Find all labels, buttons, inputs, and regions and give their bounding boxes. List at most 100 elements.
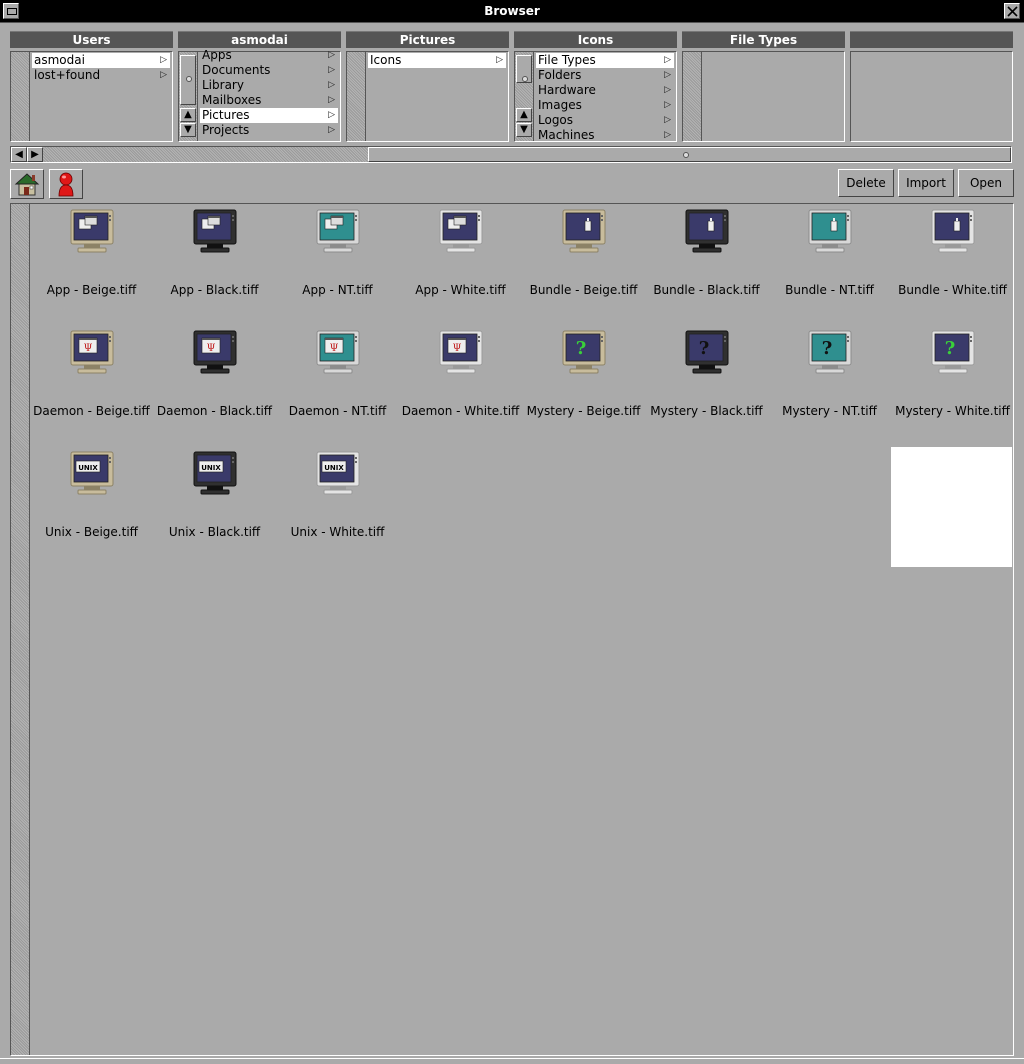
file-name-label: App - Beige.tiff	[46, 283, 137, 297]
horizontal-scroller[interactable]: ◀ ▶	[10, 146, 1012, 163]
file-item[interactable]: UNIX Unix - Beige.tiff	[31, 447, 152, 567]
window-resize-bar[interactable]	[0, 1058, 1024, 1064]
scroll-down-button[interactable]: ▼	[516, 123, 532, 137]
open-button[interactable]: Open	[958, 169, 1014, 197]
horizontal-scroll-knob[interactable]	[368, 147, 1011, 162]
file-item[interactable]: Ψ Daemon - White.tiff	[400, 326, 521, 446]
monitor-unix-icon: UNIX	[69, 451, 115, 500]
import-button[interactable]: Import	[898, 169, 954, 197]
list-item[interactable]: Mailboxes ▷	[200, 93, 338, 108]
file-name-label: Daemon - Black.tiff	[156, 404, 273, 418]
column-scroller[interactable]	[683, 52, 702, 141]
monitor-app-icon	[69, 209, 115, 258]
file-item[interactable]: ? Mystery - Black.tiff	[646, 326, 767, 446]
home-button[interactable]	[10, 169, 44, 199]
column-list: asmodai ▷ lost+found ▷	[32, 53, 170, 83]
file-name-label: Daemon - Beige.tiff	[33, 404, 150, 418]
file-item[interactable]: Bundle - White.tiff	[892, 205, 1013, 325]
file-item[interactable]: App - White.tiff	[400, 205, 521, 325]
monitor-mystery-icon: ?	[684, 330, 730, 379]
column-list: Apps ▷ Documents ▷ Library ▷ Mailboxes ▷ Picture…	[200, 48, 338, 138]
column-body	[682, 51, 845, 142]
scroll-right-button[interactable]: ▶	[27, 147, 43, 162]
file-area-scroller[interactable]	[11, 204, 30, 1055]
scroll-up-button[interactable]: ▲	[516, 108, 532, 122]
monitor-daemon-icon: Ψ	[192, 330, 238, 379]
delete-button[interactable]: Delete	[838, 169, 894, 197]
list-item-label: Images	[538, 98, 582, 112]
list-item[interactable]: Images ▷	[536, 98, 674, 113]
window-title: Browser	[484, 4, 540, 18]
list-item[interactable]: Library ▷	[200, 78, 338, 93]
list-item-label: Mailboxes	[202, 93, 262, 107]
list-item[interactable]: Apps ▷	[200, 48, 338, 63]
scroll-up-button[interactable]: ▲	[180, 108, 196, 122]
expand-arrow-icon: ▷	[328, 80, 335, 90]
file-name-label: Mystery - White.tiff	[895, 404, 1010, 418]
expand-arrow-icon: ▷	[328, 110, 335, 120]
file-item[interactable]: Bundle - NT.tiff	[769, 205, 890, 325]
list-item[interactable]: Machines ▷	[536, 128, 674, 143]
svg-text:Ψ: Ψ	[207, 343, 216, 354]
file-item[interactable]: ? Mystery - Beige.tiff	[523, 326, 644, 446]
expand-arrow-icon: ▷	[160, 55, 167, 65]
list-item-label: Apps	[202, 48, 232, 62]
close-button[interactable]	[1004, 3, 1020, 19]
list-item[interactable]: File Types ▷	[536, 53, 674, 68]
file-item[interactable]: UNIX Unix - White.tiff	[277, 447, 398, 567]
monitor-mystery-icon: ?	[807, 330, 853, 379]
list-item[interactable]: Logos ▷	[536, 113, 674, 128]
file-name-label: App - NT.tiff	[302, 283, 373, 297]
list-item-label: Icons	[370, 53, 402, 67]
svg-text:?: ?	[699, 338, 710, 359]
monitor-bundle-icon	[930, 209, 976, 258]
file-name-label: Daemon - White.tiff	[401, 404, 520, 418]
scroll-knob[interactable]	[516, 55, 532, 83]
list-item[interactable]: lost+found ▷	[32, 68, 170, 83]
list-item-label: File Types	[538, 53, 596, 67]
file-item[interactable]: ? Mystery - White.tiff	[892, 326, 1013, 446]
expand-arrow-icon: ▷	[664, 85, 671, 95]
file-item[interactable]: Bundle - Black.tiff	[646, 205, 767, 325]
file-item[interactable]: Ψ Daemon - Beige.tiff	[31, 326, 152, 446]
svg-text:?: ?	[945, 338, 956, 359]
list-item[interactable]: Pictures ▷	[200, 108, 338, 123]
file-item[interactable]: UNIX Unix - Black.tiff	[154, 447, 275, 567]
scroll-left-button[interactable]: ◀	[11, 147, 27, 162]
expand-arrow-icon: ▷	[664, 70, 671, 80]
browser-column-icons: Icons ▲ ▼ File Types ▷ Folders ▷ Hardware ▷ Im…	[514, 31, 677, 142]
monitor-daemon-icon: Ψ	[315, 330, 361, 379]
scroll-down-button[interactable]: ▼	[180, 123, 196, 137]
column-header: asmodai	[178, 31, 341, 48]
monitor-unix-icon: UNIX	[192, 451, 238, 500]
list-item[interactable]: Hardware ▷	[536, 83, 674, 98]
column-scroller[interactable]	[11, 52, 30, 141]
user-button[interactable]	[49, 169, 83, 199]
scroll-knob[interactable]	[180, 55, 196, 105]
file-item[interactable]: App - Beige.tiff	[31, 205, 152, 325]
expand-arrow-icon: ▷	[664, 55, 671, 65]
file-name-label: Bundle - NT.tiff	[785, 283, 874, 297]
file-item[interactable]: App - Black.tiff	[154, 205, 275, 325]
list-item[interactable]: asmodai ▷	[32, 53, 170, 68]
file-item[interactable]: Ψ Daemon - Black.tiff	[154, 326, 275, 446]
monitor-daemon-icon: Ψ	[438, 330, 484, 379]
file-icon-area[interactable]: App - Beige.tiff App - Black.tiff App - …	[10, 203, 1014, 1056]
file-item[interactable]: ? Mystery - NT.tiff	[769, 326, 890, 446]
browser-column-pictures: Pictures Icons ▷	[346, 31, 509, 142]
list-item[interactable]: Icons ▷	[368, 53, 506, 68]
title-bar[interactable]: Browser	[0, 0, 1024, 23]
browser-window: Browser Users asmodai ▷ lost+found ▷ asmoda…	[0, 0, 1024, 1064]
list-item[interactable]: Documents ▷	[200, 63, 338, 78]
list-item[interactable]: Projects ▷	[200, 123, 338, 138]
column-body: Icons ▷	[346, 51, 509, 142]
list-item[interactable]: Folders ▷	[536, 68, 674, 83]
column-scroller[interactable]: ▲ ▼	[179, 52, 198, 141]
file-item[interactable]: App - NT.tiff	[277, 205, 398, 325]
column-scroller[interactable]: ▲ ▼	[515, 52, 534, 141]
file-item[interactable]: Ψ Daemon - NT.tiff	[277, 326, 398, 446]
selection-highlight	[891, 447, 1012, 567]
column-scroller[interactable]	[347, 52, 366, 141]
file-item[interactable]: Bundle - Beige.tiff	[523, 205, 644, 325]
svg-text:UNIX: UNIX	[201, 464, 221, 472]
